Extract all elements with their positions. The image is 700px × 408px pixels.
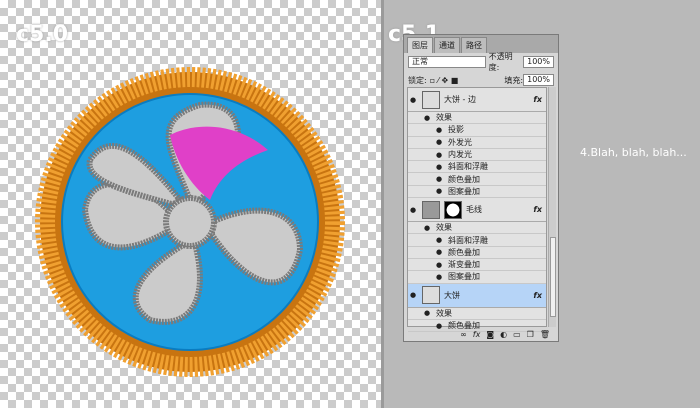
fill-label: 填充: <box>504 75 524 85</box>
lock-label: 锁定: <box>408 75 427 85</box>
layer-row[interactable]: ● 毛线 fx <box>408 198 546 223</box>
step-label-left: c5.0 <box>16 22 69 47</box>
tab-channels[interactable]: 通道 <box>434 37 460 53</box>
effects-row[interactable]: ● 效果 <box>408 222 546 235</box>
link-icon[interactable]: ∞ <box>460 330 467 339</box>
effect-item[interactable]: ● 斜面和浮雕 <box>408 161 546 174</box>
effect-item[interactable]: ● 颜色叠加 <box>408 247 546 259</box>
layer-row-selected[interactable]: ● 大饼 fx <box>408 283 546 308</box>
effects-label: 效果 <box>436 113 452 123</box>
effects-row[interactable]: ● 效果 <box>408 112 546 125</box>
effects-row[interactable]: ● 效果 <box>408 308 546 320</box>
fx-icon[interactable]: fx <box>533 205 542 214</box>
new-layer-icon[interactable]: ❐ <box>527 330 534 339</box>
layer-thumbnail <box>422 90 440 109</box>
fx-icon[interactable]: fx <box>533 95 542 104</box>
fill-input[interactable]: 100% <box>523 74 554 86</box>
badge-artwork <box>35 67 345 377</box>
group-icon[interactable]: ▭ <box>513 330 521 339</box>
mask-thumbnail <box>444 200 462 219</box>
tab-paths[interactable]: 路径 <box>461 37 487 53</box>
layer-name: 大饼 <box>444 290 460 300</box>
opacity-label: 不透明度: <box>488 52 513 72</box>
divider <box>381 0 384 408</box>
trash-icon[interactable]: 🗑 <box>540 330 550 339</box>
layer-thumbnail <box>422 286 440 305</box>
layer-name: 大饼 - 边 <box>444 95 476 104</box>
adjustment-icon[interactable]: ◐ <box>500 330 507 339</box>
blend-mode-select[interactable]: 正常 <box>408 56 486 68</box>
effect-item[interactable]: ● 渐变叠加 <box>408 259 546 272</box>
mask-icon[interactable]: ◙ <box>486 330 494 339</box>
layer-name: 毛线 <box>466 205 482 215</box>
opacity-input[interactable]: 100% <box>523 56 554 68</box>
layer-thumbnail <box>422 200 440 219</box>
panel-toolbar: ∞ fx ◙ ◐ ▭ ❐ 🗑 <box>404 327 558 341</box>
effect-item[interactable]: ● 外发光 <box>408 137 546 149</box>
eye-icon[interactable]: ● <box>410 96 422 104</box>
layers-list: ● 大饼 - 边 fx ● 效果 ● 投影 ● 外发光 ● 内发光 ● 斜面和浮雕 ● 颜色叠加… <box>407 87 547 333</box>
effect-item[interactable]: ● 图案叠加 <box>408 271 546 284</box>
layer-row[interactable]: ● 大饼 - 边 fx <box>408 88 546 112</box>
fx-icon[interactable]: fx <box>533 291 542 300</box>
note-text: 4.Blah, blah, blah... <box>580 146 687 159</box>
layers-panel: 图层 通道 路径 正常 不透明度: 100% 锁定: ▫ ⁄ ✥ ■ 填充: 1… <box>403 34 559 342</box>
fx-icon[interactable]: fx <box>473 330 481 339</box>
eye-icon[interactable]: ● <box>410 291 422 299</box>
tab-layers[interactable]: 图层 <box>407 37 433 53</box>
scrollbar[interactable] <box>548 87 556 327</box>
document-canvas <box>0 0 383 408</box>
eye-icon[interactable]: ● <box>410 206 422 214</box>
effect-item[interactable]: ● 斜面和浮雕 <box>408 234 546 247</box>
effect-item[interactable]: ● 图案叠加 <box>408 186 546 199</box>
effect-item[interactable]: ● 内发光 <box>408 149 546 162</box>
lock-icons[interactable]: ▫ ⁄ ✥ ■ <box>430 76 459 85</box>
effect-item[interactable]: ● 投影 <box>408 124 546 137</box>
scrollbar-thumb[interactable] <box>550 237 556 317</box>
effect-item[interactable]: ● 颜色叠加 <box>408 173 546 186</box>
